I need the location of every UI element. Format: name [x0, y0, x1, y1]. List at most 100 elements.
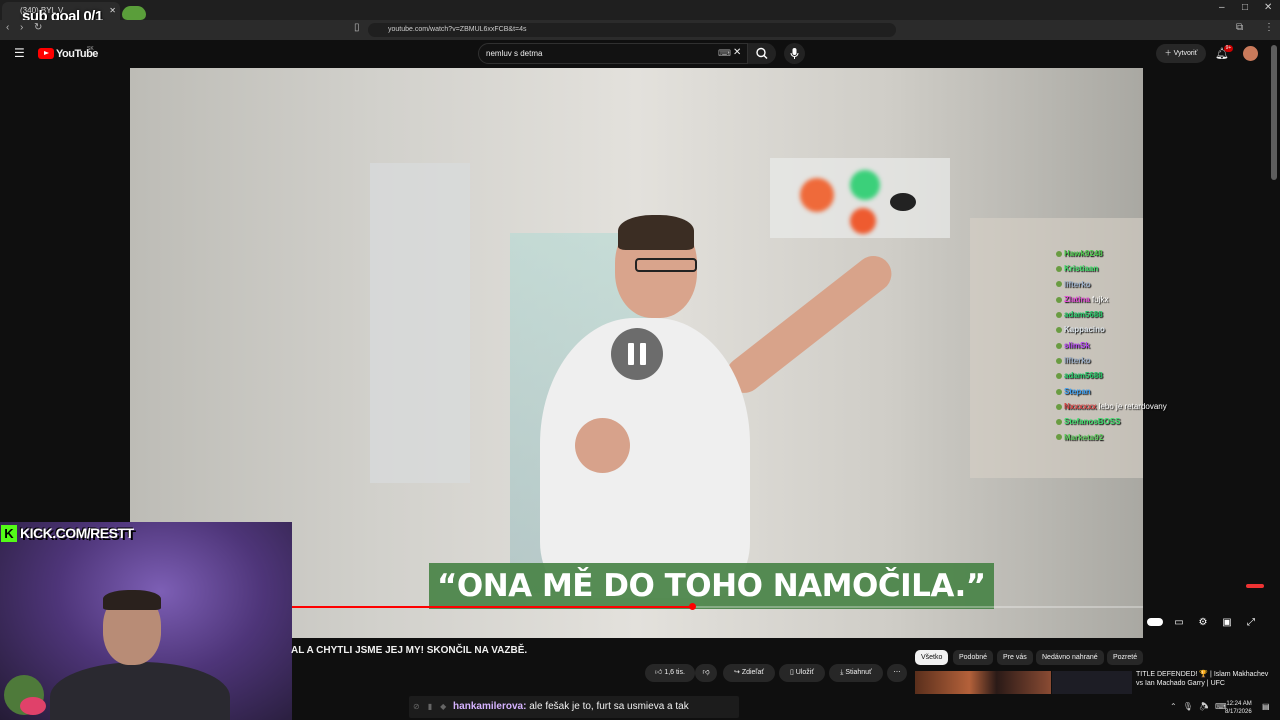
overlay-chat-line: Zlatina fujkx [1056, 295, 1186, 310]
like-button[interactable]: 👍︎ 1,6 tis. [645, 664, 695, 682]
chat-message-text: ale fešak je to, furt sa usmieva a tak [529, 701, 689, 712]
system-tray-icons[interactable]: ⌃🎙︎🔈︎⌨ [1170, 702, 1233, 711]
share-button[interactable]: ↪ Zdieľať [723, 664, 775, 682]
clock-date: 8/17/2026 [1225, 709, 1252, 715]
chat-badge-icon [1056, 434, 1062, 441]
hamburger-menu-icon[interactable]: ☰ [14, 46, 25, 60]
overlay-chat-username: Stepan [1064, 386, 1091, 396]
reload-icon[interactable]: ↻ [34, 22, 42, 33]
chip-watched[interactable]: Pozreté [1107, 650, 1144, 665]
chat-username: hankamilerova: [453, 701, 527, 712]
clock-time: 12:24 AM [1226, 701, 1252, 707]
window-maximize-button[interactable]: □ [1242, 2, 1248, 13]
overlay-chat-username: Kappacino [1064, 325, 1105, 335]
browser-menu-icon[interactable]: ⋮ [1264, 22, 1274, 33]
overlay-chat-line: adam5688 [1056, 310, 1186, 325]
overlay-chat-username: Kristiaan [1064, 264, 1099, 274]
plus-icon: ＋ [1164, 50, 1174, 57]
background-light [850, 208, 876, 234]
fullscreen-icon[interactable]: ⤢ [1245, 617, 1257, 629]
thumbs-down-icon: 👎︎ [702, 669, 710, 676]
more-actions-button[interactable]: ⋯ [887, 664, 907, 682]
download-button[interactable]: ⤓ Stiahnuť [829, 664, 883, 682]
overlay-chat-username: lifterko [1064, 279, 1091, 289]
url-field[interactable]: youtube.com/watch?v=ZBMUL6xxFCB&t=4s [368, 23, 896, 37]
clear-search-icon[interactable]: ✕ [733, 47, 741, 58]
keyboard-icon[interactable]: ⌨ [718, 48, 731, 59]
search-button[interactable] [748, 43, 776, 64]
create-button[interactable]: ＋ Vytvoriť [1156, 44, 1206, 63]
overlay-chat-username: slimSk [1064, 340, 1090, 350]
overlay-chat-username: Marketa92 [1064, 432, 1104, 442]
window-close-button[interactable]: ✕ [1264, 2, 1272, 13]
chip-related[interactable]: Podobné [953, 650, 994, 665]
notification-count-badge: 9+ [1224, 45, 1233, 52]
recommendation-thumbnail[interactable] [915, 671, 1051, 694]
overlay-chat-username: Zlatina [1064, 294, 1090, 304]
pause-icon[interactable] [611, 328, 663, 380]
autoplay-toggle[interactable] [1147, 618, 1163, 626]
voice-search-button[interactable] [784, 43, 805, 64]
browser-tab-bar [0, 0, 1280, 20]
bookmark-icon[interactable]: ▯ [354, 22, 360, 33]
share-label: Zdieľať [741, 669, 764, 676]
miniplayer-icon[interactable]: ▣ [1221, 617, 1233, 629]
recommendation-title[interactable]: TITLE DEFENDED! 🏆 | Islam Makhachev vs I… [1136, 670, 1276, 688]
chat-badge-icon [1056, 373, 1062, 380]
person-arm [718, 248, 899, 401]
chat-badge-icon [1056, 312, 1062, 319]
overlay-chat-username: StefanosBOSS [1064, 417, 1121, 427]
chat-badge-icon [1056, 296, 1062, 303]
remote-object [890, 193, 916, 211]
back-icon[interactable]: ‹ [6, 22, 9, 33]
thumbs-up-icon: 👍︎ [655, 669, 665, 676]
chip-for-you[interactable]: Pre vás [997, 650, 1033, 665]
heart-icon [20, 697, 46, 715]
video-progress-bar[interactable] [292, 603, 1143, 610]
person-hair [618, 215, 694, 250]
overlay-chat-line: Nxxxxxx lebo je retardovany [1056, 402, 1186, 417]
tab-close-icon[interactable]: ✕ [109, 2, 116, 20]
search-input-value: nemluv s detma [486, 49, 543, 58]
person-glasses [635, 258, 697, 272]
chat-badge-icon [1056, 357, 1062, 364]
window-minimize-button[interactable]: – [1219, 2, 1225, 13]
background-window [370, 163, 470, 483]
logo-region: SK [87, 46, 94, 52]
progress-scrubber[interactable] [688, 603, 696, 610]
chat-badge-icon: ⊘ [413, 702, 420, 711]
notifications-center-icon[interactable]: ▤ [1262, 702, 1270, 711]
chat-badge-icon [1056, 250, 1062, 257]
overlay-chat-message: fujkx [1089, 294, 1109, 304]
overlay-chat-line: adam5688 [1056, 371, 1186, 386]
chip-recently-uploaded[interactable]: Nedávno nahrané [1036, 650, 1104, 665]
microphone-icon [790, 48, 799, 59]
overlay-chat-line: Marketa92 [1056, 433, 1186, 448]
frog-emote-icon [122, 6, 146, 20]
youtube-logo-icon[interactable] [38, 48, 54, 59]
forward-icon[interactable]: › [20, 22, 23, 33]
chip-all[interactable]: Všetko [915, 650, 949, 665]
streamer-hair [103, 590, 161, 610]
chat-badge-icon [1056, 419, 1062, 426]
overlay-chat-line: slimSk [1056, 341, 1186, 356]
save-button[interactable]: ▯ Uložiť [779, 664, 825, 682]
page-scrollbar[interactable] [1271, 45, 1277, 180]
taskbar-clock[interactable]: 12:24 AM 8/17/2026 [1225, 700, 1252, 716]
overlay-chat-line: lifterko [1056, 280, 1186, 295]
extensions-icon[interactable]: ⧉ [1236, 22, 1243, 33]
overlay-chat-username: Hawk9248 [1064, 249, 1103, 258]
search-icon [756, 47, 768, 59]
player-controls-right: ▭ ⚙ ▣ ⤢ [1143, 612, 1270, 636]
overlay-chat-username: adam5688 [1064, 371, 1103, 381]
chat-badge-icon [1056, 266, 1062, 273]
burned-in-subtitle: “ONA MĚ DO TOHO NAMOČILA.” [429, 563, 994, 609]
overlay-chat-username: Nxxxxxx [1064, 401, 1097, 411]
account-avatar[interactable] [1243, 46, 1258, 61]
recommendation-thumbnail[interactable] [1052, 671, 1132, 694]
settings-gear-icon[interactable]: ⚙ [1197, 617, 1209, 629]
background-light [850, 170, 880, 200]
overlay-chat-username: lifterko [1064, 356, 1091, 366]
dislike-button[interactable]: 👎︎ [695, 664, 717, 682]
subtitles-icon[interactable]: ▭ [1173, 617, 1185, 629]
